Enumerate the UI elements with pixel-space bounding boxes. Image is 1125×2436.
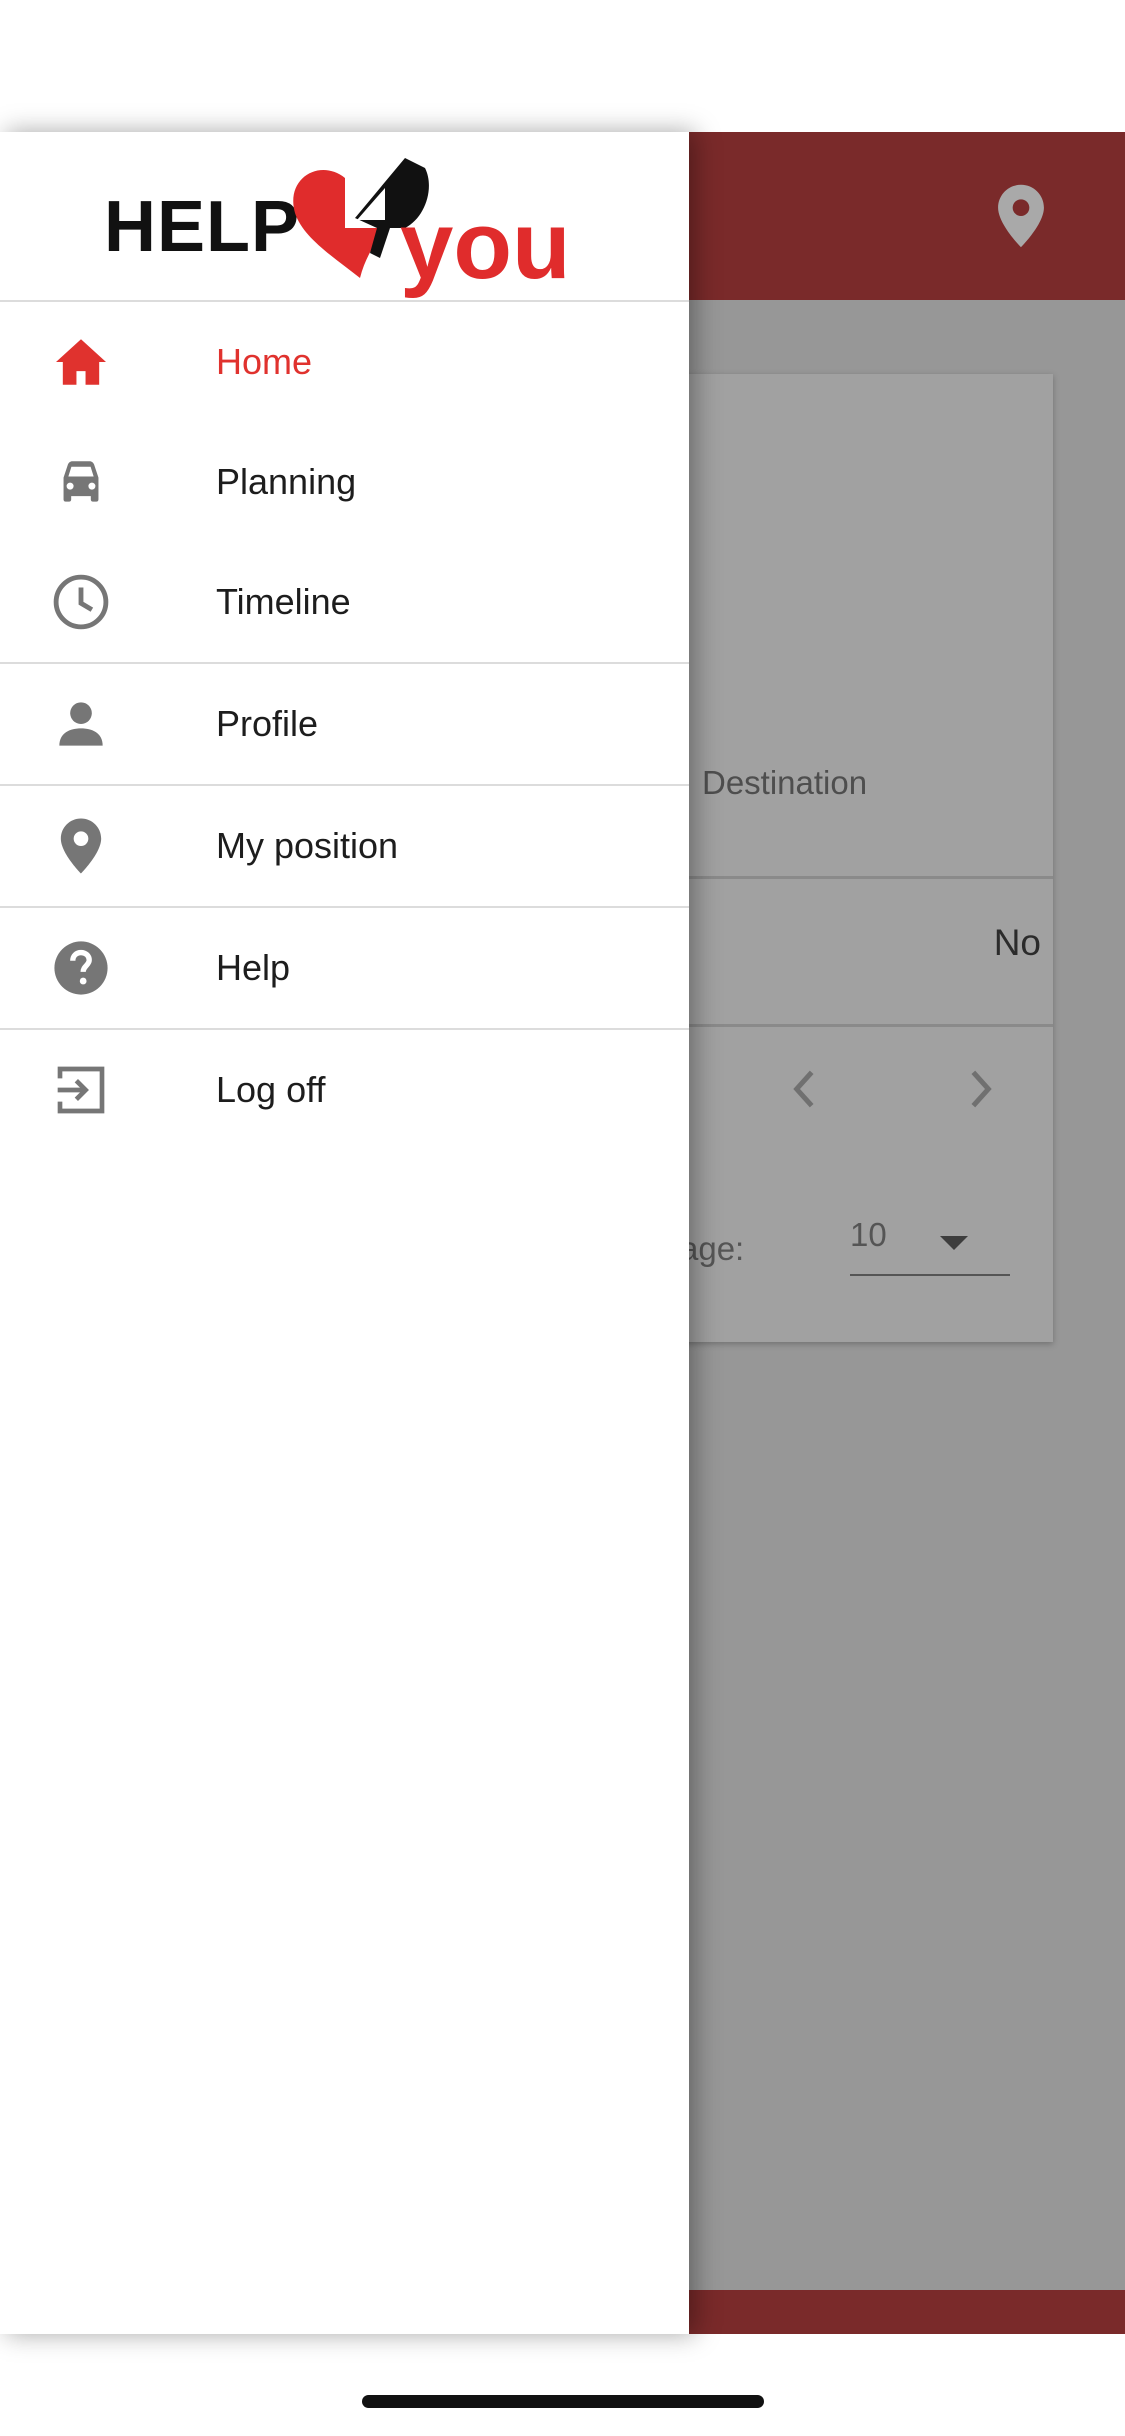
rows-per-page-select[interactable]: 10: [850, 1214, 1010, 1276]
menu-item-my-position[interactable]: My position: [0, 786, 689, 906]
logo-text-you: you: [400, 192, 571, 299]
chevron-right-icon: [971, 1070, 992, 1108]
home-indicator[interactable]: [362, 2395, 764, 2408]
menu-item-timeline[interactable]: Timeline: [0, 542, 689, 662]
car-icon: [50, 451, 112, 513]
chevron-left-icon: [793, 1070, 814, 1108]
rows-per-page-label: age:: [680, 1230, 745, 1267]
menu-item-label: Timeline: [216, 581, 351, 622]
help4you-logo: HELP you: [100, 150, 600, 294]
previous-page-button[interactable]: [785, 1064, 825, 1119]
drawer-menu: Home Planning Timeline Profile My positi…: [0, 302, 689, 1150]
clock-icon: [50, 571, 112, 633]
logout-icon: [50, 1059, 112, 1121]
navigation-drawer: HELP you Home Planning Timeline Profile …: [0, 132, 689, 2334]
next-page-button[interactable]: [960, 1064, 1000, 1119]
table-column-header[interactable]: Destination: [702, 764, 867, 802]
drawer-header: HELP you: [0, 132, 689, 302]
menu-item-label: Help: [216, 947, 291, 988]
menu-item-profile[interactable]: Profile: [0, 664, 689, 784]
menu-item-label: Log off: [216, 1069, 326, 1110]
location-pin-icon: [50, 815, 112, 877]
location-pin-icon[interactable]: [996, 184, 1046, 248]
menu-item-label: Planning: [216, 461, 357, 502]
logo-text-help: HELP: [104, 187, 301, 267]
rows-per-page-value: 10: [850, 1216, 887, 1253]
menu-item-label: My position: [216, 825, 399, 866]
menu-item-help[interactable]: Help: [0, 908, 689, 1028]
table-cell: No: [993, 922, 1041, 963]
menu-item-label: Profile: [216, 703, 319, 744]
status-bar: [0, 0, 1125, 132]
home-icon: [50, 331, 112, 393]
menu-item-log-off[interactable]: Log off: [0, 1030, 689, 1150]
caret-down-icon: [940, 1236, 968, 1250]
menu-item-planning[interactable]: Planning: [0, 422, 689, 542]
menu-item-label: Home: [216, 341, 313, 382]
person-icon: [50, 693, 112, 755]
menu-item-home[interactable]: Home: [0, 302, 689, 422]
help-circle-icon: [50, 937, 112, 999]
